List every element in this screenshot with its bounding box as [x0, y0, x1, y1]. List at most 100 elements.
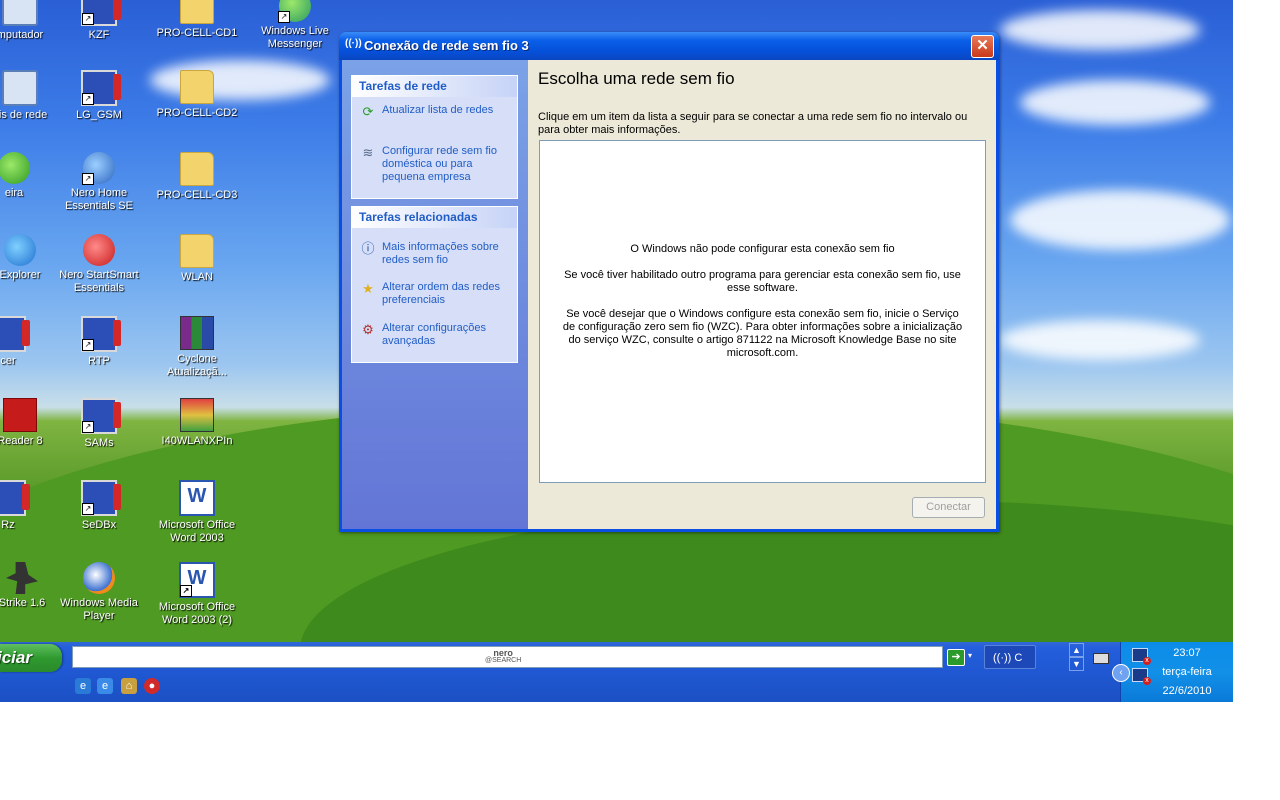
- installer-icon: [180, 398, 214, 432]
- cellphone-tool-icon: ↗: [81, 70, 121, 106]
- internet-explorer-icon: [4, 234, 36, 266]
- refresh-icon: ⟳: [362, 104, 374, 119]
- main-panel: Escolha uma rede sem fio Clique em um it…: [528, 60, 996, 529]
- taskbar-button-wireless[interactable]: ((·)) C: [984, 645, 1036, 669]
- taskbar-scroll-up-button[interactable]: ▲: [1069, 643, 1084, 657]
- folder-icon: [180, 70, 214, 104]
- shortcut-arrow-icon: ↗: [82, 339, 94, 351]
- recycle-bin-icon: [0, 152, 30, 184]
- related-tasks-heading: Tarefas relacionadas: [352, 207, 517, 228]
- counter-strike-icon: [6, 562, 38, 594]
- show-hidden-icons-button[interactable]: ‹: [1112, 664, 1130, 682]
- folder-icon: [180, 234, 214, 268]
- message-other-program: Se você tiver habilitado outro programa …: [564, 269, 961, 294]
- folder-icon: [180, 0, 214, 24]
- window-title: Conexão de rede sem fio 3: [364, 38, 529, 53]
- shortcut-arrow-icon: ↗: [82, 421, 94, 433]
- cloud-decoration: [1010, 190, 1230, 250]
- start-label: iciar: [0, 648, 32, 667]
- internet-explorer-icon[interactable]: e: [75, 678, 91, 694]
- desktop-icon[interactable]: Nero StartSmart Essentials: [51, 234, 147, 295]
- desktop-icon[interactable]: W ↗ Microsoft Office Word 2003 (2): [149, 562, 245, 627]
- window-titlebar[interactable]: ((·)) Conexão de rede sem fio 3 ✕: [339, 32, 999, 60]
- desktop-icon[interactable]: ↗ Nero Home Essentials SE: [51, 152, 147, 213]
- settings-icon: ⚙: [362, 322, 374, 337]
- start-button[interactable]: iciar: [0, 644, 62, 672]
- media-player-icon: [83, 562, 115, 594]
- info-icon: ⓘ: [361, 241, 375, 256]
- main-description: Clique em um item da lista a seguir para…: [538, 111, 968, 136]
- cloud-decoration: [1020, 80, 1210, 125]
- nero-search-input[interactable]: nero @SEARCH: [72, 646, 943, 668]
- word-icon: W: [179, 480, 215, 516]
- desktop-icon[interactable]: ↗ KZF: [51, 0, 147, 42]
- related-tasks-box: Tarefas relacionadas ⓘ Mais informações …: [351, 206, 518, 363]
- cellphone-tool-icon: ↗: [81, 398, 121, 434]
- task-pane: Tarefas de rede ⟳ Atualizar lista de red…: [342, 60, 528, 529]
- messenger-icon: ↗: [278, 0, 311, 23]
- keyboard-icon[interactable]: [1093, 653, 1109, 664]
- close-button[interactable]: ✕: [971, 35, 994, 58]
- clock-day: terça-feira: [1162, 666, 1212, 678]
- network-list[interactable]: O Windows não pode configurar esta conex…: [539, 140, 986, 483]
- clock-date: 22/6/2010: [1162, 685, 1212, 697]
- desktop-icon[interactable]: ↗ LG_GSM: [51, 70, 147, 122]
- window-client-area: Tarefas de rede ⟳ Atualizar lista de red…: [342, 60, 996, 529]
- network-disconnected-icon[interactable]: x: [1132, 648, 1151, 665]
- desktop: mputador ais de rede eira Explorer cer R…: [0, 0, 1233, 702]
- desktop-icon[interactable]: ↗ RTP: [51, 316, 147, 368]
- adobe-reader-icon: [3, 398, 37, 432]
- desktop-icon[interactable]: PRO-CELL-CD3: [149, 152, 245, 202]
- desktop-icon[interactable]: ↗ SAMs: [51, 398, 147, 450]
- system-tray: ‹ x x 23:07 terça-feira 22/6/2010: [1112, 642, 1233, 702]
- message-cannot-configure: O Windows não pode configurar esta conex…: [630, 243, 895, 255]
- nero-home-icon: ↗: [82, 152, 115, 185]
- desktop-icon[interactable]: ↗ Windows Live Messenger: [247, 0, 343, 51]
- ie-alt-icon[interactable]: e: [97, 678, 113, 694]
- desktop-icon[interactable]: PRO-CELL-CD2: [149, 70, 245, 120]
- cloud-decoration: [1000, 10, 1200, 50]
- desktop-icon[interactable]: W Microsoft Office Word 2003: [149, 480, 245, 545]
- desktop-icon[interactable]: ↗ SeDBx: [51, 480, 147, 532]
- wireless-icon: ((·)): [345, 38, 362, 49]
- taskbar: iciar nero @SEARCH ➔ ▾ ((·)) C ▲ ▼ e e ⌂ …: [0, 642, 1233, 702]
- star-icon: ★: [362, 281, 374, 296]
- network-disconnected-icon[interactable]: x: [1132, 668, 1151, 685]
- desktop-icon[interactable]: Cyclone Atualizaçã...: [149, 316, 245, 379]
- cellphone-tool-icon: ↗: [81, 316, 121, 352]
- shortcut-arrow-icon: ↗: [180, 585, 192, 597]
- nero-search-logo: nero @SEARCH: [485, 648, 522, 665]
- wireless-setup-icon: ≋: [362, 145, 374, 160]
- network-tasks-heading: Tarefas de rede: [352, 76, 517, 97]
- clock-time[interactable]: 23:07: [1157, 647, 1217, 660]
- folder-icon: [180, 152, 214, 186]
- shortcut-arrow-icon: ↗: [82, 503, 94, 515]
- cloud-decoration: [1000, 320, 1200, 360]
- winrar-icon: [180, 316, 214, 350]
- desktop-icon[interactable]: Windows Media Player: [51, 562, 147, 623]
- taskbar-scroll-down-button[interactable]: ▼: [1069, 657, 1084, 671]
- wireless-connection-window: ((·)) Conexão de rede sem fio 3 ✕ Tarefa…: [339, 32, 999, 532]
- cellphone-tool-icon: [0, 316, 30, 352]
- shortcut-arrow-icon: ↗: [82, 13, 94, 25]
- desktop-icon[interactable]: PRO-CELL-CD1: [149, 0, 245, 40]
- network-places-icon: [2, 70, 38, 106]
- desktop-icon[interactable]: I40WLANXPIn: [149, 398, 245, 448]
- network-icon[interactable]: ⌂: [121, 678, 137, 694]
- desktop-icon[interactable]: cer: [0, 316, 56, 368]
- cellphone-tool-icon: ↗: [81, 480, 121, 516]
- word-icon: W ↗: [179, 562, 215, 598]
- desktop-icon[interactable]: Rz: [0, 480, 56, 532]
- search-dropdown-button[interactable]: ▾: [968, 651, 972, 660]
- shortcut-arrow-icon: ↗: [82, 173, 94, 185]
- cellphone-tool-icon: ↗: [81, 0, 121, 26]
- desktop-icon[interactable]: WLAN: [149, 234, 245, 284]
- nero-icon[interactable]: ●: [144, 678, 160, 694]
- main-title: Escolha uma rede sem fio: [538, 69, 735, 88]
- search-go-button[interactable]: ➔: [947, 649, 965, 666]
- network-tasks-box: Tarefas de rede ⟳ Atualizar lista de red…: [351, 75, 518, 199]
- message-wzc-service: Se você desejar que o Windows configure …: [562, 308, 963, 359]
- computer-icon: [2, 0, 38, 26]
- connect-button[interactable]: Conectar: [912, 497, 985, 518]
- shortcut-arrow-icon: ↗: [82, 93, 94, 105]
